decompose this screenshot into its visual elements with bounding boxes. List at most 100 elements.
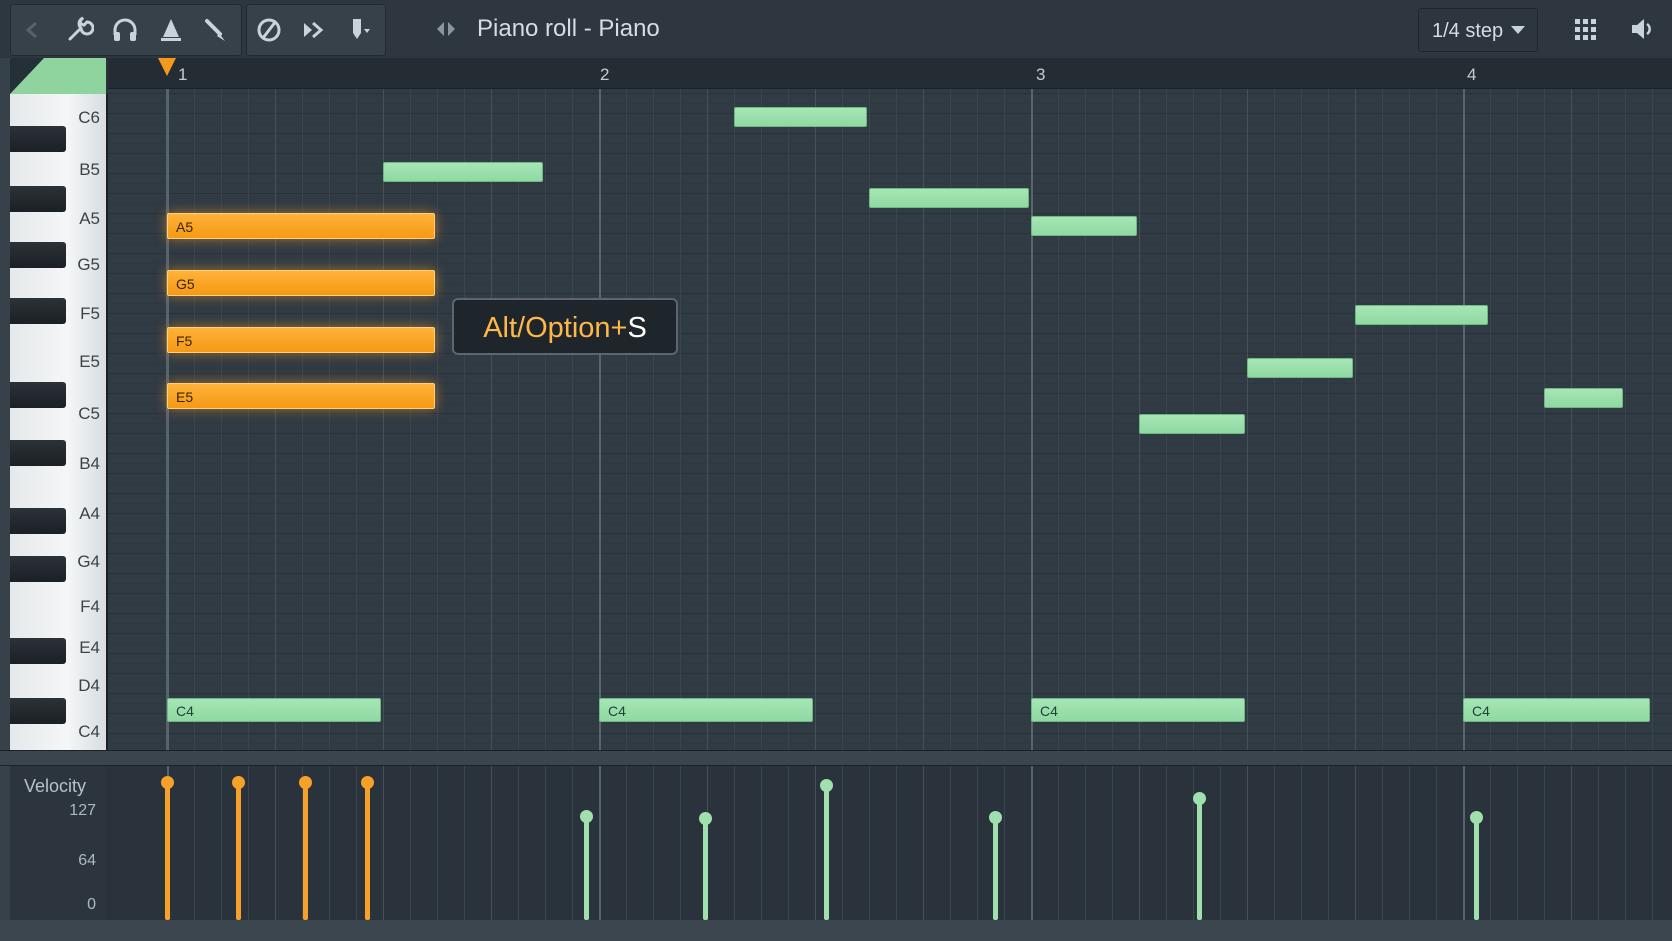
grid-row-line xyxy=(108,563,1672,564)
note-label: C4 xyxy=(608,703,626,719)
black-key[interactable] xyxy=(10,440,66,466)
bottom-scrollbar[interactable] xyxy=(0,920,1672,941)
paint-icon[interactable] xyxy=(337,5,381,55)
key-label: C5 xyxy=(78,404,100,423)
note[interactable] xyxy=(1355,305,1488,325)
grid-col-line xyxy=(302,89,303,750)
velocity-stem[interactable] xyxy=(1197,798,1203,920)
black-key[interactable] xyxy=(10,698,66,724)
note[interactable] xyxy=(1247,358,1353,378)
pane-divider[interactable] xyxy=(0,750,1672,766)
velocity-grid-line xyxy=(1571,766,1572,920)
black-key[interactable] xyxy=(10,298,66,324)
note[interactable] xyxy=(1139,414,1245,434)
grid-icon[interactable] xyxy=(1564,4,1608,54)
selected-note[interactable]: A5 xyxy=(167,213,435,239)
piano-keyboard[interactable]: C6 B5 A5 G5 F5 E5 C5 B4 A4 G4 F4 E4 D4 C… xyxy=(10,94,108,750)
selected-note[interactable]: G5 xyxy=(167,270,435,296)
timeline-ruler[interactable]: 1 2 3 4 xyxy=(108,58,1672,89)
black-key[interactable] xyxy=(10,242,66,268)
velocity-stem[interactable] xyxy=(702,817,708,920)
selected-note[interactable]: E5 xyxy=(167,383,435,409)
velocity-handle[interactable] xyxy=(161,776,174,789)
ruler-corner[interactable] xyxy=(10,58,106,94)
grid-row-line xyxy=(108,153,1672,154)
note[interactable] xyxy=(383,162,543,182)
velocity-handle[interactable] xyxy=(299,776,313,789)
velocity-grid-line xyxy=(1517,766,1518,920)
grid-row-line xyxy=(108,693,1672,694)
velocity-stem[interactable] xyxy=(165,782,170,920)
speaker-icon[interactable] xyxy=(1620,4,1664,54)
note[interactable]: C4 xyxy=(599,698,813,722)
black-key[interactable] xyxy=(10,638,66,664)
velocity-grid-line xyxy=(248,766,249,920)
wrench-icon[interactable] xyxy=(57,5,101,55)
headphones-icon[interactable] xyxy=(103,5,147,55)
grid-row-line xyxy=(108,143,1672,144)
tempo-icon[interactable] xyxy=(247,5,291,55)
velocity-grid-line xyxy=(1625,766,1626,920)
grid-col-line xyxy=(1274,89,1275,750)
grid-col-line xyxy=(1328,89,1329,750)
note[interactable] xyxy=(1031,216,1137,236)
velocity-handle[interactable] xyxy=(698,811,712,825)
velocity-stem[interactable] xyxy=(584,815,590,920)
black-key[interactable] xyxy=(10,186,66,212)
velocity-stem[interactable] xyxy=(993,816,999,920)
grid-col-line xyxy=(221,89,222,750)
grid-row-line xyxy=(108,473,1672,474)
grid-col-line xyxy=(464,89,465,750)
arrow-lr-icon[interactable] xyxy=(424,4,468,54)
velocity-handle[interactable] xyxy=(989,810,1003,824)
grid-col-line xyxy=(1436,89,1437,750)
black-key[interactable] xyxy=(10,556,66,582)
black-key[interactable] xyxy=(10,382,66,408)
key-label: E5 xyxy=(79,352,100,371)
window-title: Piano roll - Piano xyxy=(477,15,660,42)
velocity-grid-line xyxy=(410,766,411,920)
grid-col-line xyxy=(1112,89,1113,750)
note[interactable] xyxy=(1544,388,1623,408)
brush-icon[interactable] xyxy=(193,5,237,55)
velocity-grid-line xyxy=(761,766,762,920)
velocity-handle[interactable] xyxy=(232,776,246,789)
fast-forward-icon[interactable] xyxy=(291,5,335,55)
velocity-handle[interactable] xyxy=(819,779,833,793)
velocity-stem[interactable] xyxy=(823,785,829,920)
velocity-handle[interactable] xyxy=(1469,810,1483,824)
black-key[interactable] xyxy=(10,126,66,152)
note[interactable]: C4 xyxy=(1031,698,1245,722)
velocity-grid-line xyxy=(1274,766,1275,920)
velocity-handle[interactable] xyxy=(1193,792,1207,806)
note[interactable] xyxy=(734,107,867,127)
stamp-icon[interactable] xyxy=(149,5,193,55)
velocity-stem[interactable] xyxy=(236,782,242,920)
note[interactable]: C4 xyxy=(1463,698,1650,722)
note[interactable] xyxy=(869,188,1029,208)
grid-col-line xyxy=(1490,89,1491,750)
velocity-stem[interactable] xyxy=(303,782,309,920)
grid-row-line xyxy=(108,93,1672,94)
velocity-grid-line xyxy=(518,766,519,920)
velocity-stem[interactable] xyxy=(1473,816,1479,920)
black-key[interactable] xyxy=(10,508,66,534)
back-arrow-icon[interactable] xyxy=(13,5,53,55)
grid-col-line xyxy=(248,89,249,750)
snap-dropdown[interactable]: 1/4 step xyxy=(1418,8,1538,52)
velocity-grid[interactable] xyxy=(108,766,1672,920)
selected-note[interactable]: F5 xyxy=(167,327,435,353)
grid-row-line xyxy=(108,673,1672,674)
velocity-grid-line xyxy=(1409,766,1410,920)
note[interactable]: C4 xyxy=(167,698,381,722)
velocity-grid-line xyxy=(1544,766,1545,920)
velocity-handle[interactable] xyxy=(360,776,374,789)
key-label: G4 xyxy=(77,552,100,571)
velocity-stem[interactable] xyxy=(364,782,370,920)
grid-col-line xyxy=(1301,89,1302,750)
playhead-marker[interactable] xyxy=(158,58,176,76)
velocity-handle[interactable] xyxy=(580,809,594,823)
velocity-grid-line xyxy=(1355,766,1356,920)
grid-row-line xyxy=(108,503,1672,504)
shortcut-text: Alt/Option+S xyxy=(454,312,676,345)
